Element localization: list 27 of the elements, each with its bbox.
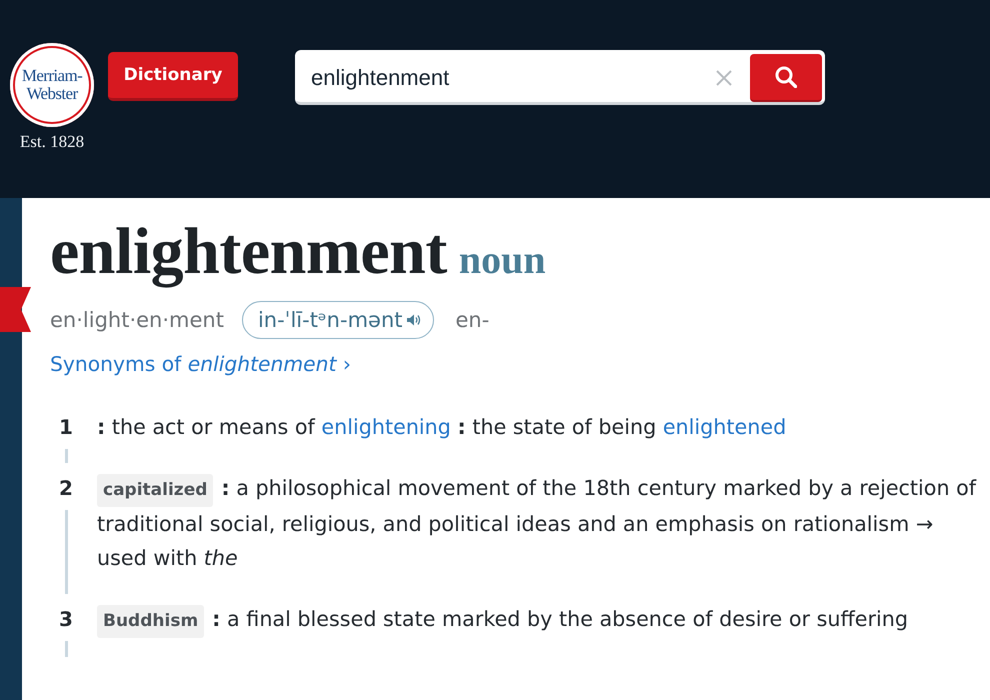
definition-text: capitalized : a philosophical movement of the 18th century marked by a rejection of traditional social, religious, and political ideas and an emphasis on rationalism → used with the <box>97 473 978 572</box>
sense-number: 1 <box>59 414 73 441</box>
speaker-icon <box>406 314 420 326</box>
definition-text: : the act or means of enlightening : the state of being enlightened <box>97 414 786 441</box>
dictionary-button[interactable]: Dictionary <box>108 52 238 101</box>
usage-label: Buddhism <box>97 605 204 638</box>
usage-label: capitalized <box>97 474 214 507</box>
pronunciation-button[interactable]: in-ˈlī-tᵊn-mənt <box>242 301 434 339</box>
variant-pronunciation: en- <box>456 308 490 332</box>
logo-wordmark: Merriam- Webster <box>22 67 82 103</box>
sense-number: 2 <box>59 475 73 502</box>
close-icon <box>716 70 732 86</box>
search-bar[interactable]: enlightenment <box>295 50 825 105</box>
logo-emblem[interactable]: Merriam- Webster <box>10 43 94 127</box>
search-input[interactable]: enlightenment <box>295 56 716 100</box>
syllable-breaks: en·light·en·ment <box>50 308 224 332</box>
headword: enlightenment <box>50 214 447 290</box>
part-of-speech-link[interactable]: noun <box>458 236 546 283</box>
search-icon <box>775 66 797 88</box>
cross-reference-link[interactable]: enlightening <box>321 415 451 439</box>
ribbon-bookmark-icon <box>0 287 31 332</box>
sense-number: 3 <box>59 606 73 633</box>
synonyms-link[interactable]: Synonyms of enlightenment › <box>50 352 351 376</box>
definition-text: Buddhism : a final blessed state marked by the absence of desire or suffering <box>97 602 908 638</box>
logo-tagline: Est. 1828 <box>20 132 84 152</box>
cross-reference-link[interactable]: enlightened <box>662 415 786 439</box>
search-button[interactable] <box>750 54 822 102</box>
